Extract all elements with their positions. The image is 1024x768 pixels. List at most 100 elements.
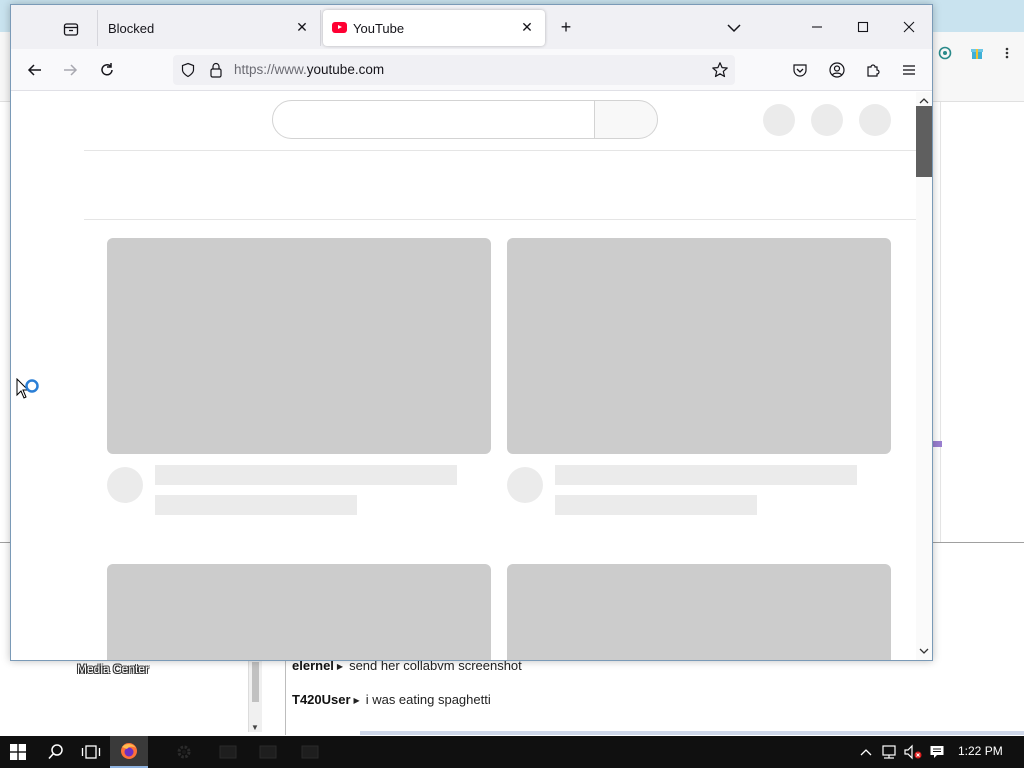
url-text[interactable]: https://www.youtube.com <box>234 62 384 77</box>
minimize-button[interactable] <box>805 15 829 39</box>
extension-icon[interactable] <box>938 46 952 60</box>
chat-username: T420User <box>292 692 351 707</box>
channel-avatar-placeholder <box>107 467 143 503</box>
side-panel-scroll-thumb[interactable] <box>252 662 259 702</box>
chevron-up-icon <box>860 749 872 756</box>
clock[interactable]: 1:22 PM <box>958 744 1003 758</box>
video-title-placeholder <box>155 465 457 485</box>
page-scroll-thumb[interactable] <box>916 106 932 177</box>
close-tab-icon[interactable]: ✕ <box>294 19 310 35</box>
video-meta-placeholder <box>155 495 357 515</box>
taskbar-app[interactable] <box>294 736 326 768</box>
reload-button[interactable] <box>95 58 119 82</box>
page-scrollbar[interactable] <box>916 92 932 660</box>
side-panel-scrollbar[interactable]: ▼ <box>248 660 262 732</box>
tab-title: YouTube <box>353 20 405 36</box>
puzzle-icon <box>867 64 880 77</box>
search-input[interactable] <box>272 100 595 139</box>
pocket-icon <box>793 64 807 77</box>
youtube-favicon-icon <box>332 22 347 33</box>
chat-input-edge <box>360 731 1024 735</box>
chat-arrow-icon: ▶ <box>353 696 360 705</box>
reload-icon <box>101 63 113 76</box>
close-tab-icon[interactable]: ✕ <box>519 19 535 35</box>
show-hidden-icons-button[interactable] <box>856 736 876 768</box>
tracking-protection-shield-icon[interactable] <box>180 62 196 81</box>
new-tab-button[interactable]: + <box>555 16 577 38</box>
background-right-panel <box>940 102 1024 542</box>
chips-divider <box>84 219 916 220</box>
task-view-button[interactable] <box>74 736 108 768</box>
minimize-icon <box>812 26 822 28</box>
url-prefix: https://www. <box>234 62 307 77</box>
scroll-down-icon[interactable] <box>919 644 929 658</box>
navigation-toolbar: https://www.youtube.com <box>11 49 932 91</box>
header-divider <box>84 150 916 151</box>
forward-button[interactable] <box>58 58 82 82</box>
video-thumbnail-placeholder[interactable] <box>507 564 891 660</box>
action-center-button[interactable] <box>926 736 948 768</box>
close-window-button[interactable] <box>897 15 921 39</box>
video-thumbnail-placeholder[interactable] <box>107 238 491 454</box>
taskbar: 1:22 PM <box>0 736 1024 768</box>
chat-arrow-icon: ▶ <box>336 662 344 671</box>
chevron-down-icon <box>727 24 741 33</box>
volume-muted-icon <box>904 744 922 760</box>
window-app-icon <box>259 745 277 759</box>
network-icon <box>882 745 896 759</box>
taskbar-app[interactable] <box>212 736 244 768</box>
search-button[interactable] <box>38 736 74 768</box>
firefox-view-icon <box>63 23 79 36</box>
taskbar-app[interactable] <box>252 736 284 768</box>
scroll-down-icon[interactable]: ▼ <box>251 723 259 732</box>
video-thumbnail-placeholder[interactable] <box>107 564 491 660</box>
extensions-button[interactable] <box>861 58 885 82</box>
tab-strip: Blocked ✕ YouTube ✕ + <box>11 5 932 49</box>
lock-icon[interactable] <box>208 61 224 82</box>
busy-cursor-icon <box>16 377 44 406</box>
chat-message: T420User ▶ i was eating spaghetti <box>292 692 491 707</box>
tab-youtube[interactable]: YouTube ✕ <box>323 10 545 46</box>
hamburger-menu-icon <box>903 65 915 75</box>
firefox-window: Blocked ✕ YouTube ✕ + https://www.youtub… <box>10 4 933 661</box>
back-button[interactable] <box>23 58 47 82</box>
maximize-button[interactable] <box>851 15 875 39</box>
window-app-icon <box>219 745 237 759</box>
page-viewport <box>11 92 932 660</box>
header-button-placeholder[interactable] <box>763 104 795 136</box>
address-bar[interactable]: https://www.youtube.com <box>173 55 735 85</box>
background-accent <box>932 441 942 447</box>
header-button-placeholder[interactable] <box>811 104 843 136</box>
search-button[interactable] <box>594 100 658 139</box>
firefox-icon <box>121 743 137 759</box>
gear-icon <box>177 745 191 759</box>
maximize-icon <box>857 21 869 33</box>
arrow-right-icon <box>64 64 78 76</box>
tab-blocked[interactable]: Blocked ✕ <box>97 10 321 46</box>
volume-button[interactable] <box>902 736 924 768</box>
pocket-button[interactable] <box>788 58 812 82</box>
channel-avatar-placeholder <box>507 467 543 503</box>
account-button[interactable] <box>825 58 849 82</box>
search-icon <box>48 744 63 760</box>
window-app-icon <box>301 745 319 759</box>
app-menu-button[interactable] <box>897 58 921 82</box>
video-thumbnail-placeholder[interactable] <box>507 238 891 454</box>
bookmark-star-icon[interactable] <box>711 61 729 82</box>
avatar[interactable] <box>859 104 891 136</box>
more-icon[interactable] <box>1000 46 1014 60</box>
network-button[interactable] <box>878 736 900 768</box>
list-all-tabs-button[interactable] <box>723 17 745 39</box>
start-button[interactable] <box>0 736 36 768</box>
video-title-placeholder <box>555 465 857 485</box>
firefox-view-button[interactable] <box>59 17 83 41</box>
taskbar-settings[interactable] <box>168 736 200 768</box>
url-domain: youtube.com <box>306 62 385 77</box>
tab-title: Blocked <box>108 20 155 36</box>
video-meta-placeholder <box>555 495 757 515</box>
gift-icon[interactable] <box>970 46 984 60</box>
media-center-label[interactable]: Media Center <box>77 662 149 676</box>
chat-text: i was eating spaghetti <box>365 692 491 707</box>
taskbar-firefox[interactable] <box>110 736 148 768</box>
windows-logo-icon <box>10 744 26 760</box>
